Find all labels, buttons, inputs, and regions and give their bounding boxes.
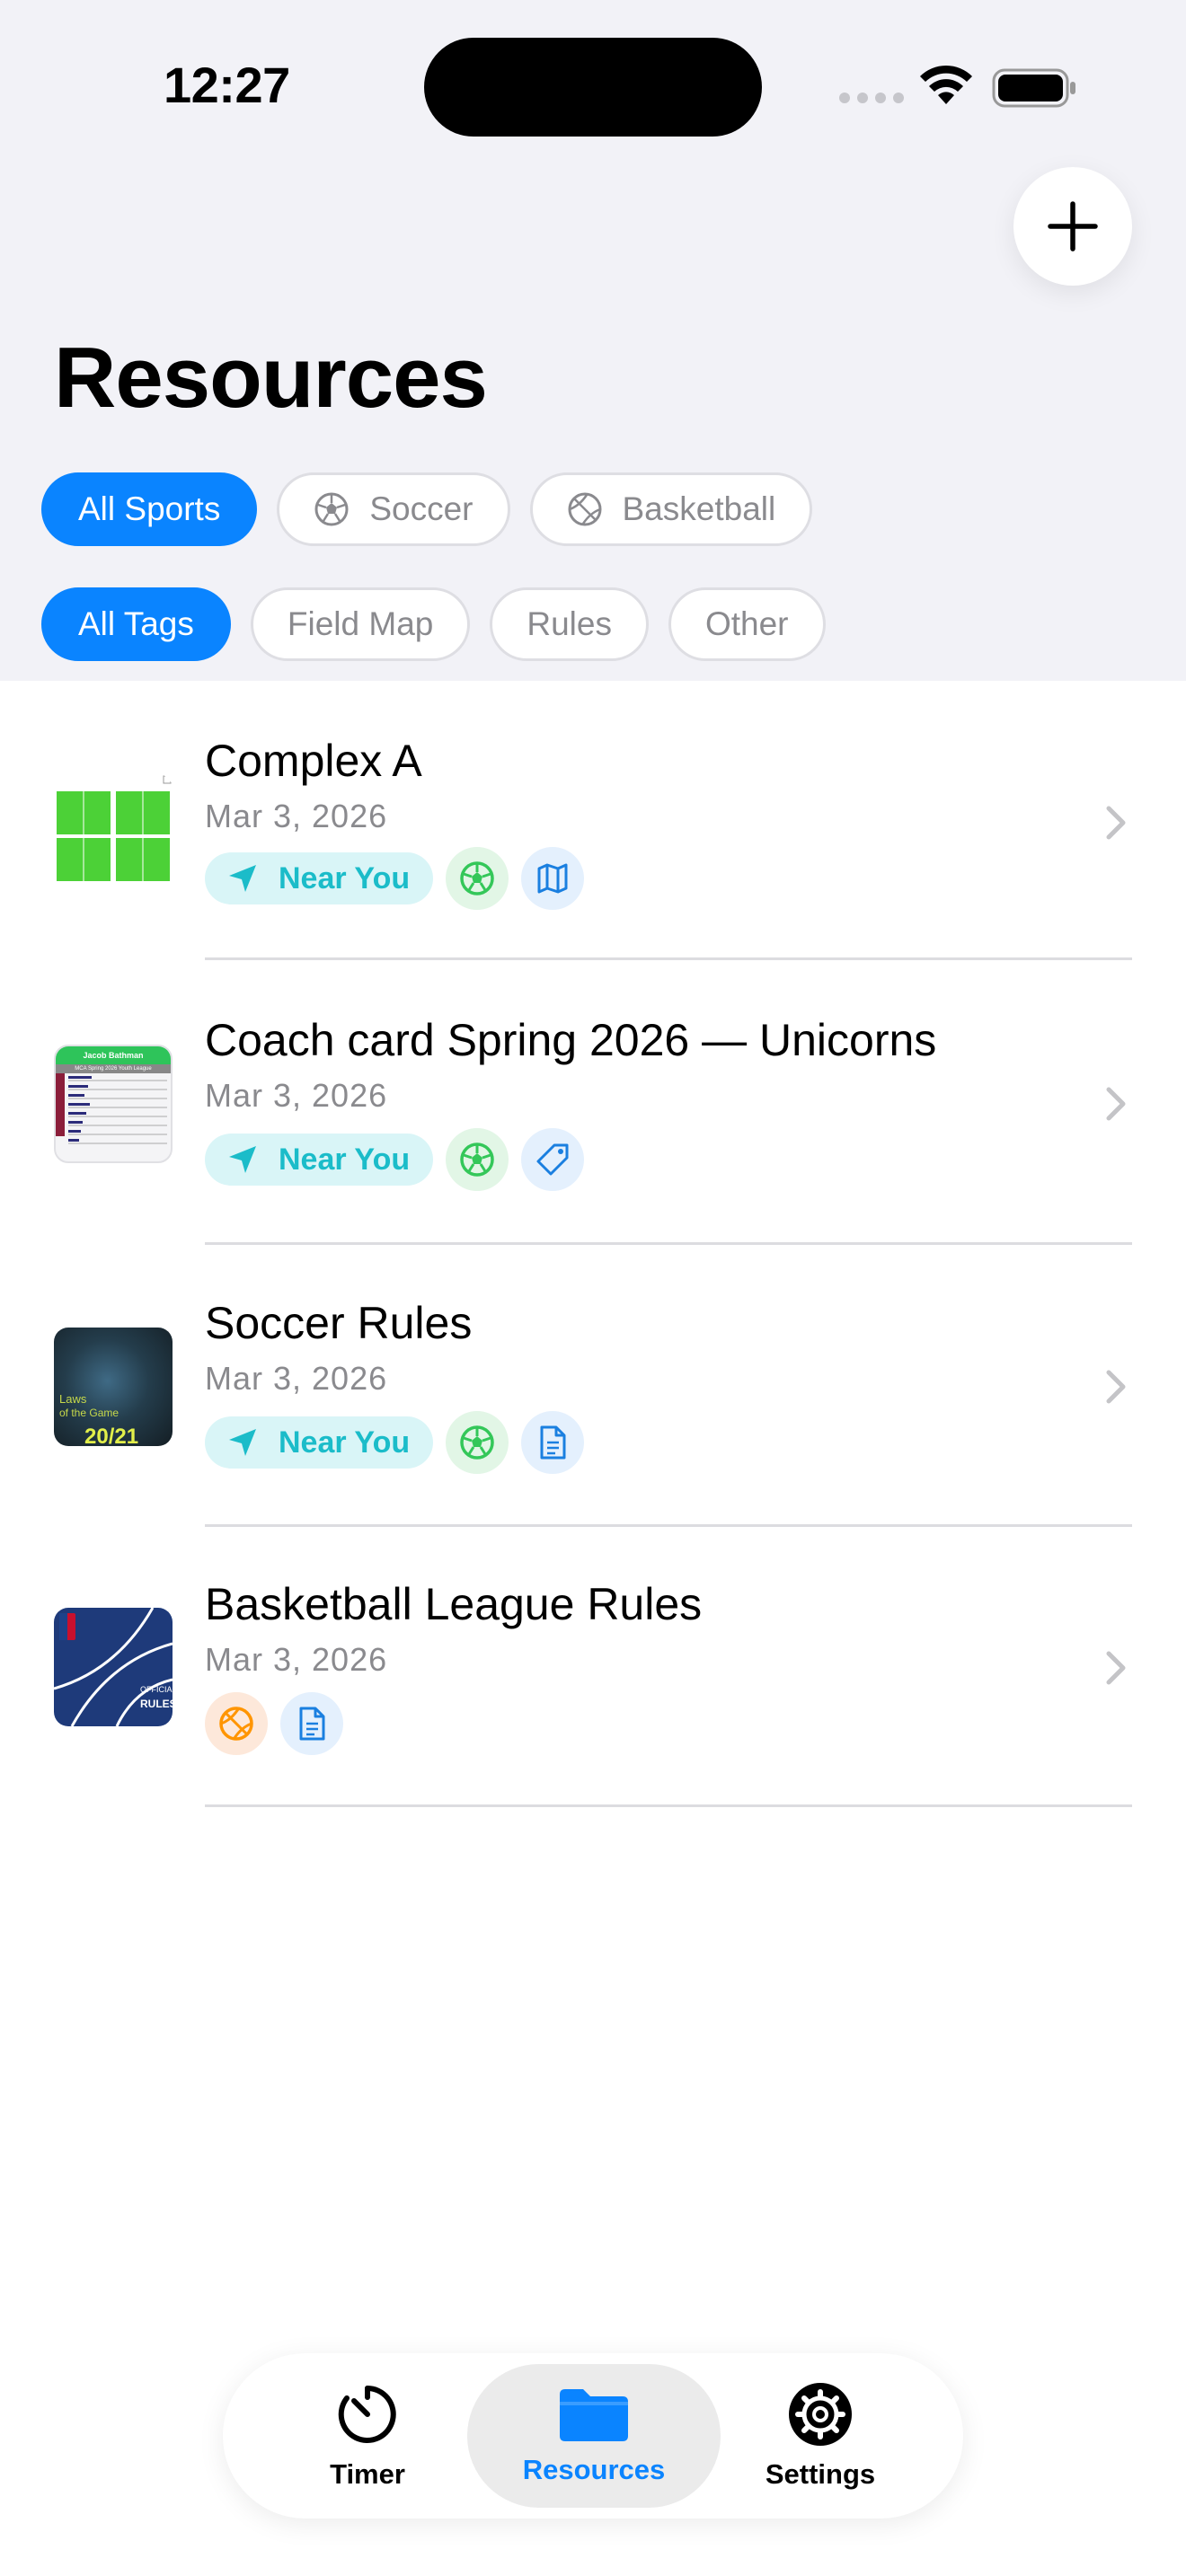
resource-date: Mar 3, 2026: [205, 1641, 388, 1678]
soccer-ball-icon: [460, 861, 494, 895]
document-icon: [540, 1425, 566, 1460]
resource-date: Mar 3, 2026: [205, 1077, 388, 1114]
soccer-badge: [446, 1411, 509, 1474]
chip-label: Soccer: [369, 490, 474, 527]
resource-row-coach-card[interactable]: Jacob Bathman MCA Spring 2026 Youth Leag…: [0, 962, 1186, 1245]
tab-resources[interactable]: Resources: [467, 2364, 721, 2508]
cellular-signal-icon: [839, 93, 904, 103]
chevron-right-icon: [1106, 1087, 1126, 1121]
tab-timer[interactable]: Timer: [241, 2364, 494, 2508]
location-arrow-icon: [229, 1146, 256, 1173]
thumb-subheader: MCA Spring 2026 Youth League: [56, 1064, 171, 1073]
near-you-badge: Near You: [205, 852, 434, 904]
field-map-badge: [521, 847, 585, 910]
filter-rules[interactable]: Rules: [490, 587, 649, 661]
resource-title: Complex A: [205, 736, 422, 786]
resource-badges: Near You: [205, 1411, 585, 1474]
soccer-badge: [446, 847, 509, 910]
chip-label: Basketball: [622, 490, 776, 527]
soccer-ball-icon: [460, 1142, 494, 1177]
sport-filter-row: All Sports Soccer Basketball: [41, 472, 813, 546]
other-tag-badge: [521, 1128, 585, 1191]
chevron-right-icon: [1106, 806, 1126, 840]
add-resource-button[interactable]: [1013, 167, 1132, 286]
tab-bar: Timer Resources Settings: [223, 2353, 963, 2519]
chip-label: Field Map: [287, 605, 434, 642]
resource-badges: Near You: [205, 847, 585, 910]
location-arrow-icon: [229, 1429, 256, 1456]
filter-all-sports[interactable]: All Sports: [41, 472, 258, 546]
chevron-right-icon: [1106, 1651, 1126, 1685]
plus-icon: [1048, 201, 1098, 251]
thumb-text: RULES: [140, 1698, 173, 1710]
resource-title: Coach card Spring 2026 — Unicorns: [205, 1015, 937, 1065]
resource-badges: [205, 1692, 343, 1755]
filter-basketball[interactable]: Basketball: [529, 472, 813, 546]
rules-badge: [280, 1692, 343, 1755]
chip-label: Other: [704, 605, 789, 642]
resource-row-basketball-rules[interactable]: OFFICIAL RULES Basketball League Rules M…: [0, 1527, 1186, 1807]
resource-row-soccer-rules[interactable]: Laws of the Game 20/21 Soccer Rules Mar …: [0, 1245, 1186, 1527]
battery-icon: [992, 68, 1075, 108]
soccer-ball-icon: [460, 1425, 494, 1460]
basketball-icon: [568, 492, 601, 526]
tag-icon: [536, 1143, 569, 1176]
tab-settings[interactable]: Settings: [694, 2364, 947, 2508]
chevron-right-icon: [1106, 1370, 1126, 1404]
thumb-text: Laws: [59, 1392, 87, 1406]
thumb-text: 20/21: [84, 1425, 139, 1446]
thumb-header: Jacob Bathman: [56, 1046, 171, 1064]
map-icon: [537, 863, 568, 894]
field-map-thumbnail: [54, 774, 173, 893]
row-divider: [205, 1804, 1132, 1807]
soccer-ball-icon: [314, 492, 349, 526]
chip-label: All Tags: [78, 605, 194, 642]
location-arrow-icon: [229, 865, 256, 892]
resource-date: Mar 3, 2026: [205, 798, 388, 834]
soccer-badge: [446, 1128, 509, 1191]
basketball-icon: [219, 1707, 253, 1741]
resource-title: Basketball League Rules: [205, 1579, 703, 1629]
tab-label: Settings: [765, 2458, 876, 2490]
tab-label: Timer: [330, 2458, 405, 2490]
resource-badges: Near You: [205, 1128, 585, 1191]
resource-title: Soccer Rules: [205, 1298, 473, 1348]
rules-badge: [521, 1411, 585, 1474]
folder-icon: [560, 2389, 628, 2441]
near-you-badge: Near You: [205, 1416, 434, 1469]
filter-all-tags[interactable]: All Tags: [41, 587, 231, 661]
tag-filter-row: All Tags Field Map Rules Other: [41, 587, 826, 661]
coach-card-thumbnail: Jacob Bathman MCA Spring 2026 Youth Leag…: [54, 1045, 173, 1163]
thumb-text: OFFICIAL: [140, 1685, 173, 1694]
timer-icon: [338, 2386, 396, 2443]
dynamic-island: [424, 38, 762, 137]
tab-label: Resources: [522, 2454, 666, 2485]
filter-other[interactable]: Other: [668, 587, 826, 661]
near-you-label: Near You: [279, 1425, 411, 1460]
resource-row-complex-a[interactable]: Complex A Mar 3, 2026 Near You: [0, 681, 1186, 961]
wifi-icon: [920, 65, 972, 104]
near-you-label: Near You: [279, 1142, 411, 1177]
chip-label: All Sports: [78, 490, 221, 527]
document-icon: [299, 1707, 325, 1741]
chip-label: Rules: [527, 605, 612, 642]
status-time: 12:27: [164, 57, 290, 113]
basketball-rules-thumbnail: OFFICIAL RULES: [54, 1608, 173, 1726]
gear-icon: [789, 2383, 852, 2446]
near-you-badge: Near You: [205, 1134, 434, 1186]
page-title: Resources: [54, 330, 488, 426]
near-you-label: Near You: [279, 860, 411, 895]
filter-field-map[interactable]: Field Map: [250, 587, 471, 661]
filter-soccer[interactable]: Soccer: [277, 472, 510, 546]
soccer-rules-thumbnail: Laws of the Game 20/21: [54, 1328, 173, 1446]
resource-date: Mar 3, 2026: [205, 1360, 388, 1397]
thumb-text: of the Game: [59, 1407, 119, 1419]
row-divider: [205, 957, 1132, 960]
basketball-badge: [205, 1692, 268, 1755]
